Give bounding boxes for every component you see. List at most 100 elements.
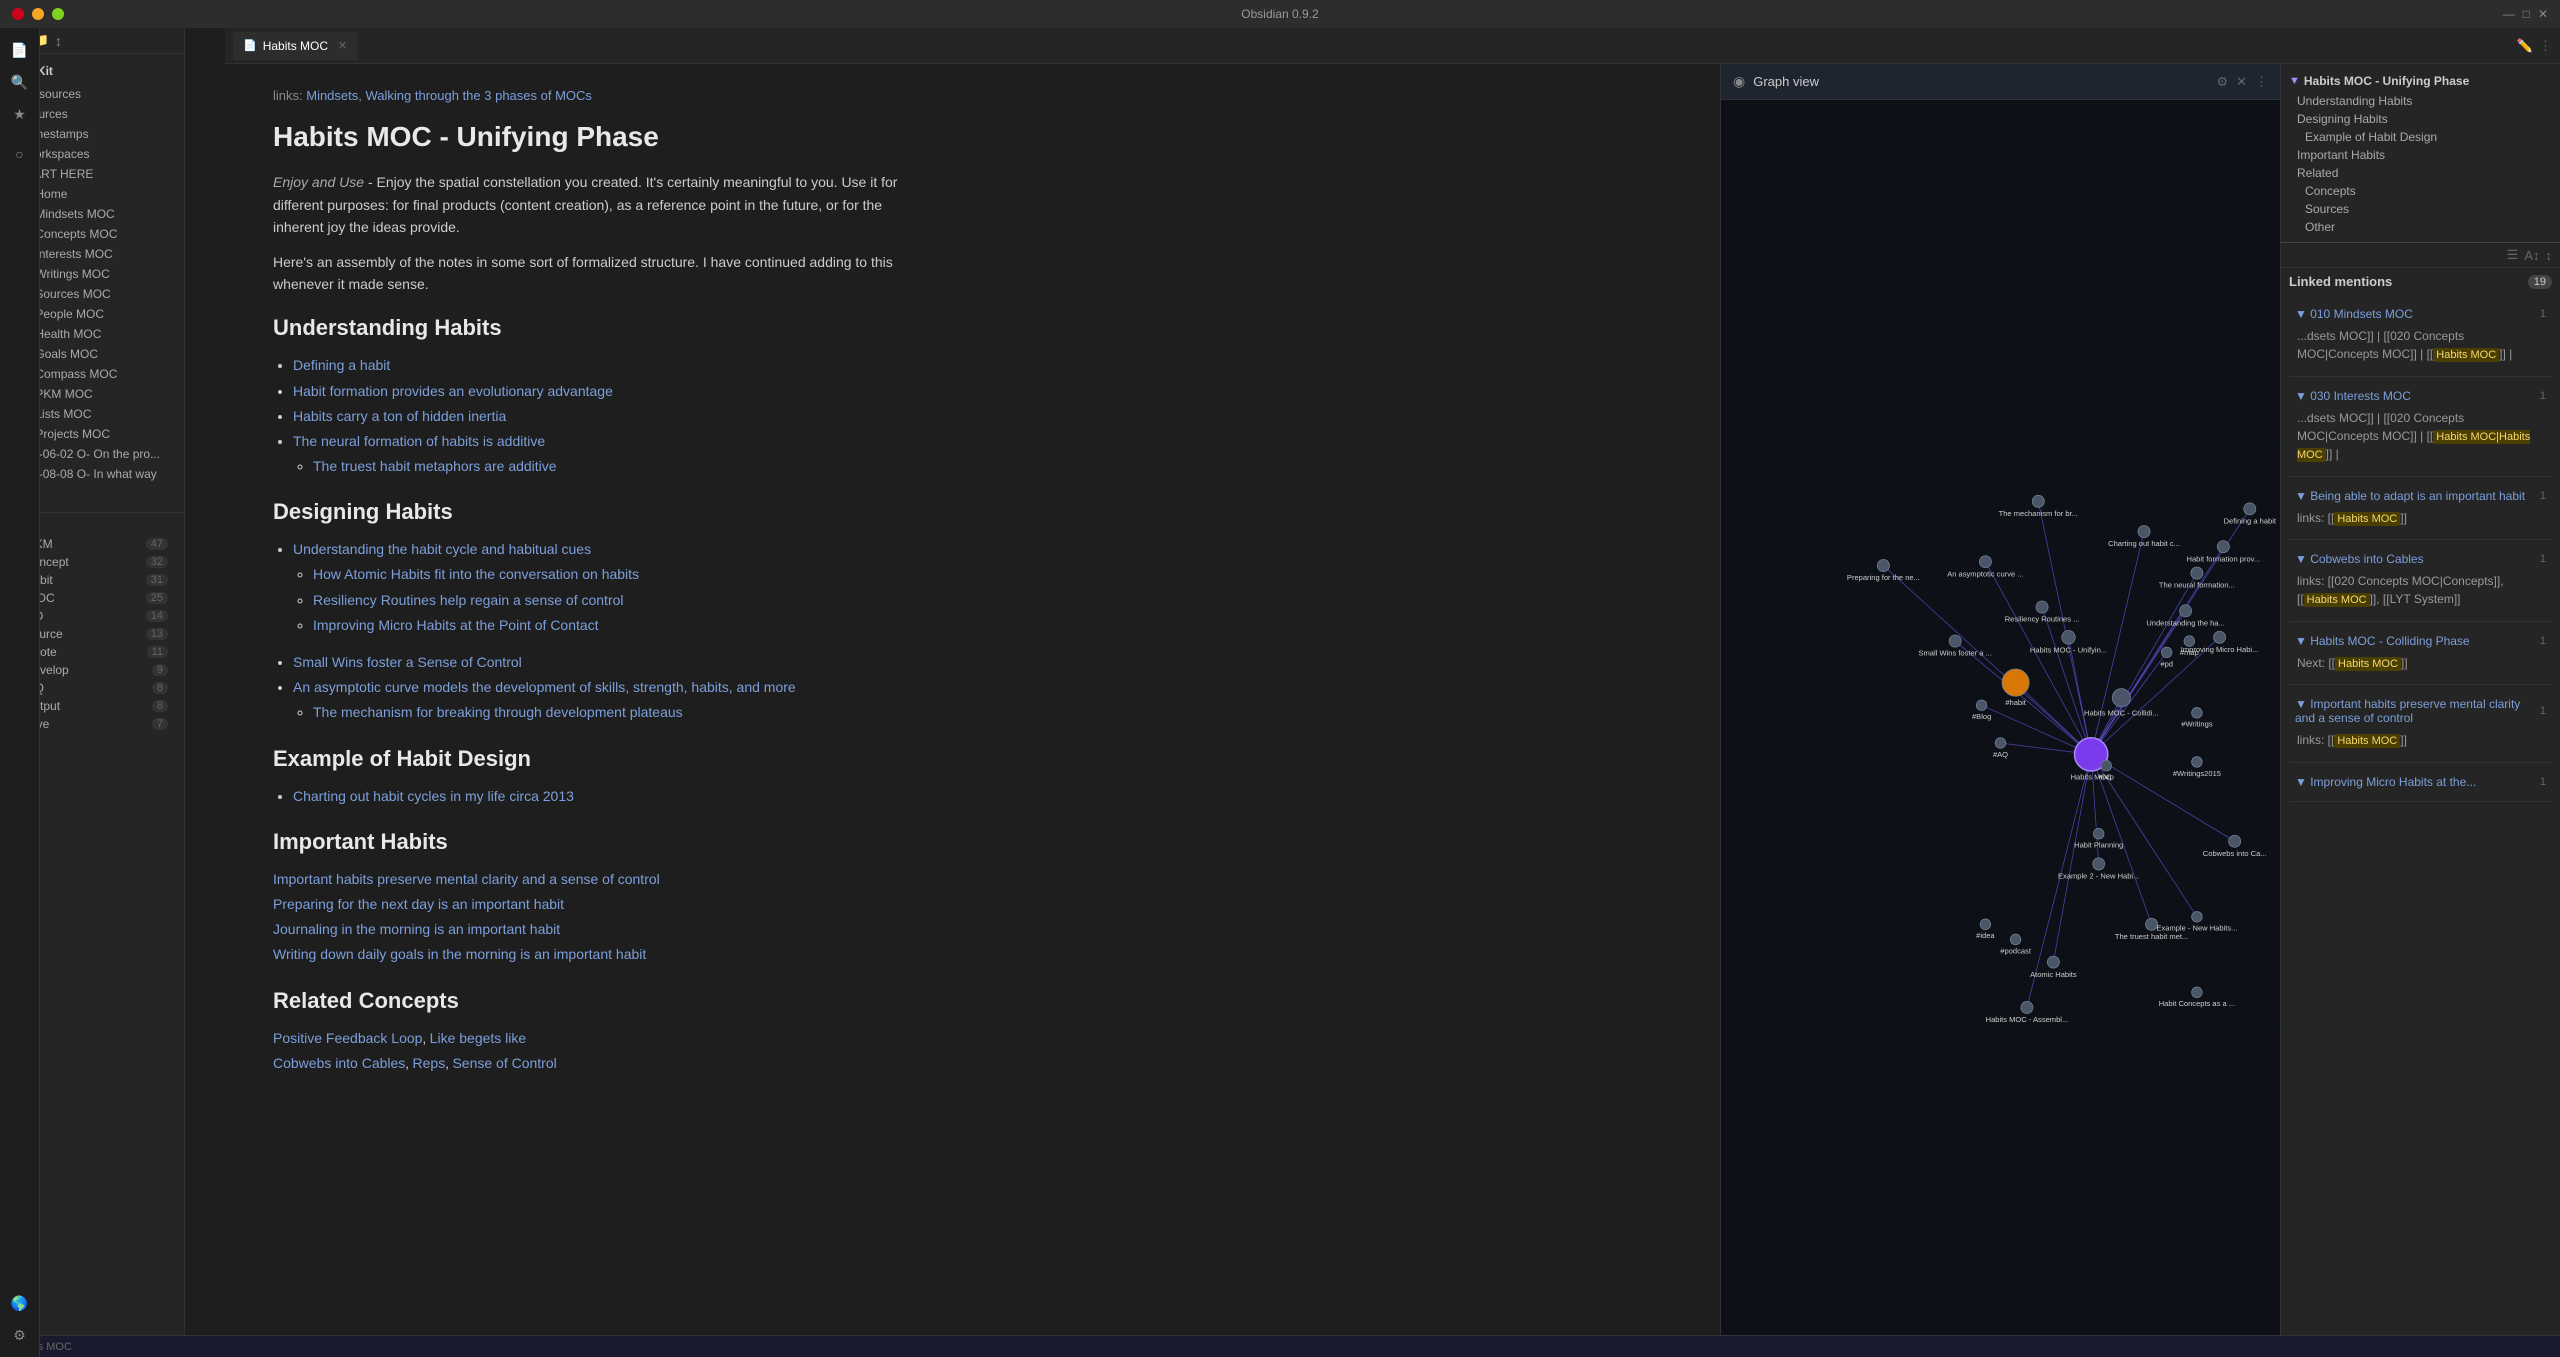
mention-title[interactable]: ▼ 010 Mindsets MOC <box>2295 307 2413 321</box>
mention-section: ▼ Important habits preserve mental clari… <box>2289 693 2552 763</box>
tab-close-btn[interactable]: ✕ <box>338 39 347 52</box>
positive-feedback-link[interactable]: Positive Feedback Loop <box>273 1030 422 1046</box>
mention-title[interactable]: ▼ Being able to adapt is an important ha… <box>2295 489 2525 503</box>
phases-link[interactable]: Walking through the 3 phases of MOCs <box>366 88 592 103</box>
sense-control-link[interactable]: Sense of Control <box>452 1055 556 1071</box>
mention-title[interactable]: ▼ Improving Micro Habits at the... <box>2295 775 2476 789</box>
enjoy-para: Enjoy and Use - Enjoy the spatial conste… <box>273 171 917 238</box>
mention-highlight: Habits MOC <box>2433 348 2499 362</box>
graph-svg: Habits MOC#habitHabits MOC - Collidi...H… <box>1721 100 2280 1335</box>
mention-highlight: Habits MOC <box>2335 657 2401 671</box>
resiliency-link[interactable]: Resiliency Routines help regain a sense … <box>313 592 624 608</box>
outline-item[interactable]: Understanding Habits <box>2281 92 2560 110</box>
outline-item[interactable]: Sources <box>2281 200 2560 218</box>
titlebar-title: Obsidian 0.9.2 <box>1241 7 1318 21</box>
neural-formation-link[interactable]: The neural formation of habits is additi… <box>293 433 545 449</box>
settings-icon[interactable]: ⚙ <box>6 1321 34 1335</box>
mention-title[interactable]: ▼ Important habits preserve mental clari… <box>2295 697 2540 725</box>
mention-count: 1 <box>2540 390 2546 402</box>
cobwebs-link[interactable]: Cobwebs into Cables <box>273 1055 405 1071</box>
sort-icon[interactable]: ↕ <box>55 33 62 49</box>
mention-count: 1 <box>2540 776 2546 788</box>
mindsets-link[interactable]: Mindsets <box>306 88 358 103</box>
graph-more-icon[interactable]: ⋮ <box>2255 74 2268 90</box>
habits-inertia-link[interactable]: Habits carry a ton of hidden inertia <box>293 408 506 424</box>
mention-title[interactable]: ▼ Cobwebs into Cables <box>2295 552 2424 566</box>
more-icon[interactable]: ⋮ <box>2539 38 2552 54</box>
important-heading: Important Habits <box>273 829 917 855</box>
starred-icon[interactable]: ★ <box>6 100 34 128</box>
writing-goals-link[interactable]: Writing down daily goals in the morning … <box>273 946 646 962</box>
window-close-btn[interactable] <box>12 8 24 20</box>
outline-item[interactable]: Concepts <box>2281 182 2560 200</box>
habit-formation-link[interactable]: Habit formation provides an evolutionary… <box>293 383 613 399</box>
graph-icon[interactable]: ○ <box>6 140 34 168</box>
window-close-icon[interactable]: ✕ <box>2538 7 2548 21</box>
window-maximize-btn[interactable] <box>52 8 64 20</box>
mention-highlight: Habits MOC|Habits MOC <box>2297 430 2530 463</box>
editor-links: links: Mindsets, Walking through the 3 p… <box>273 88 917 103</box>
editor-panel: links: Mindsets, Walking through the 3 p… <box>225 64 1720 1335</box>
right-panel: ▼ Habits MOC - Unifying Phase Understand… <box>2280 64 2560 1335</box>
linked-mentions-count: 19 <box>2528 275 2552 289</box>
graph-settings-icon[interactable]: ⚙ <box>2216 74 2228 90</box>
defining-habit-link[interactable]: Defining a habit <box>293 357 390 373</box>
like-begets-link[interactable]: Like begets like <box>430 1030 527 1046</box>
window-restore-icon[interactable]: — <box>2503 7 2515 21</box>
tag-count: 9 <box>152 664 168 676</box>
community-icon[interactable]: 🌎 <box>6 1289 34 1317</box>
tag-count: 8 <box>152 682 168 694</box>
tag-count: 13 <box>146 628 168 640</box>
window-maximize-icon[interactable]: □ <box>2523 7 2530 21</box>
charting-link[interactable]: Charting out habit cycles in my life cir… <box>293 788 574 804</box>
small-wins-link[interactable]: Small Wins foster a Sense of Control <box>293 654 522 670</box>
micro-habits-link[interactable]: Improving Micro Habits at the Point of C… <box>313 617 599 633</box>
mention-title[interactable]: ▼ Habits MOC - Colliding Phase <box>2295 634 2470 648</box>
example-list: Charting out habit cycles in my life cir… <box>273 784 917 809</box>
outline-item[interactable]: Related <box>2281 164 2560 182</box>
outline-list: Understanding HabitsDesigning HabitsExam… <box>2281 92 2560 236</box>
files-icon[interactable]: 📄 <box>6 36 34 64</box>
reps-link[interactable]: Reps <box>413 1055 446 1071</box>
titlebar-left <box>12 8 64 20</box>
preparing-link[interactable]: Preparing for the next day is an importa… <box>273 896 564 912</box>
tab-label: Habits MOC <box>263 39 328 53</box>
asymptotic-link[interactable]: An asymptotic curve models the developme… <box>293 679 796 695</box>
break-plateau-link[interactable]: The mechanism for breaking through devel… <box>313 704 683 720</box>
habit-cycle-link[interactable]: Understanding the habit cycle and habitu… <box>293 541 591 557</box>
linked-mentions-header: Linked mentions 19 <box>2281 268 2560 295</box>
outline-collapse-icon[interactable]: ▼ <box>2289 75 2300 87</box>
sort-num-icon[interactable]: ↕ <box>2546 248 2553 263</box>
truest-metaphors-link[interactable]: The truest habit metaphors are additive <box>313 458 557 474</box>
list-view-icon[interactable]: ☰ <box>2507 247 2519 263</box>
mention-count: 1 <box>2540 490 2546 502</box>
understanding-list: Defining a habit Habit formation provide… <box>273 353 917 479</box>
journaling-link[interactable]: Journaling in the morning is an importan… <box>273 921 560 937</box>
habits-moc-tab[interactable]: 📄 Habits MOC ✕ <box>233 32 357 60</box>
titlebar: Obsidian 0.9.2 — □ ✕ <box>0 0 2560 28</box>
important-clarity-link[interactable]: Important habits preserve mental clarity… <box>273 871 660 887</box>
understanding-heading: Understanding Habits <box>273 315 917 341</box>
mentions-list: ▼ 010 Mindsets MOC1...dsets MOC]] | [[02… <box>2289 303 2552 802</box>
mention-body: Next: [[Habits MOC]] <box>2289 652 2552 677</box>
mention-count: 1 <box>2540 705 2546 717</box>
edit-icon[interactable]: ✏️ <box>2517 38 2533 54</box>
outline-item[interactable]: Designing Habits <box>2281 110 2560 128</box>
designing-heading: Designing Habits <box>273 499 917 525</box>
window-minimize-btn[interactable] <box>32 8 44 20</box>
search-icon[interactable]: 🔍 <box>6 68 34 96</box>
tag-count: 14 <box>146 610 168 622</box>
mention-section: ▼ Being able to adapt is an important ha… <box>2289 485 2552 541</box>
right-panel-toolbar: ☰ A↕ ↕ <box>2281 243 2560 268</box>
status-bar: Habits MOC <box>0 1335 2560 1357</box>
atomic-habits-link[interactable]: How Atomic Habits fit into the conversat… <box>313 566 639 582</box>
outline-item[interactable]: Important Habits <box>2281 146 2560 164</box>
graph-header: ◉ Graph view ⚙ ✕ ⋮ <box>1721 64 2280 100</box>
designing-list: Understanding the habit cycle and habitu… <box>273 537 917 725</box>
graph-close-icon[interactable]: ✕ <box>2236 74 2247 90</box>
outline-item[interactable]: Other <box>2281 218 2560 236</box>
outline-item[interactable]: Example of Habit Design <box>2281 128 2560 146</box>
mention-section: ▼ 010 Mindsets MOC1...dsets MOC]] | [[02… <box>2289 303 2552 377</box>
mention-title[interactable]: ▼ 030 Interests MOC <box>2295 389 2411 403</box>
sort-az-icon[interactable]: A↕ <box>2524 248 2539 263</box>
